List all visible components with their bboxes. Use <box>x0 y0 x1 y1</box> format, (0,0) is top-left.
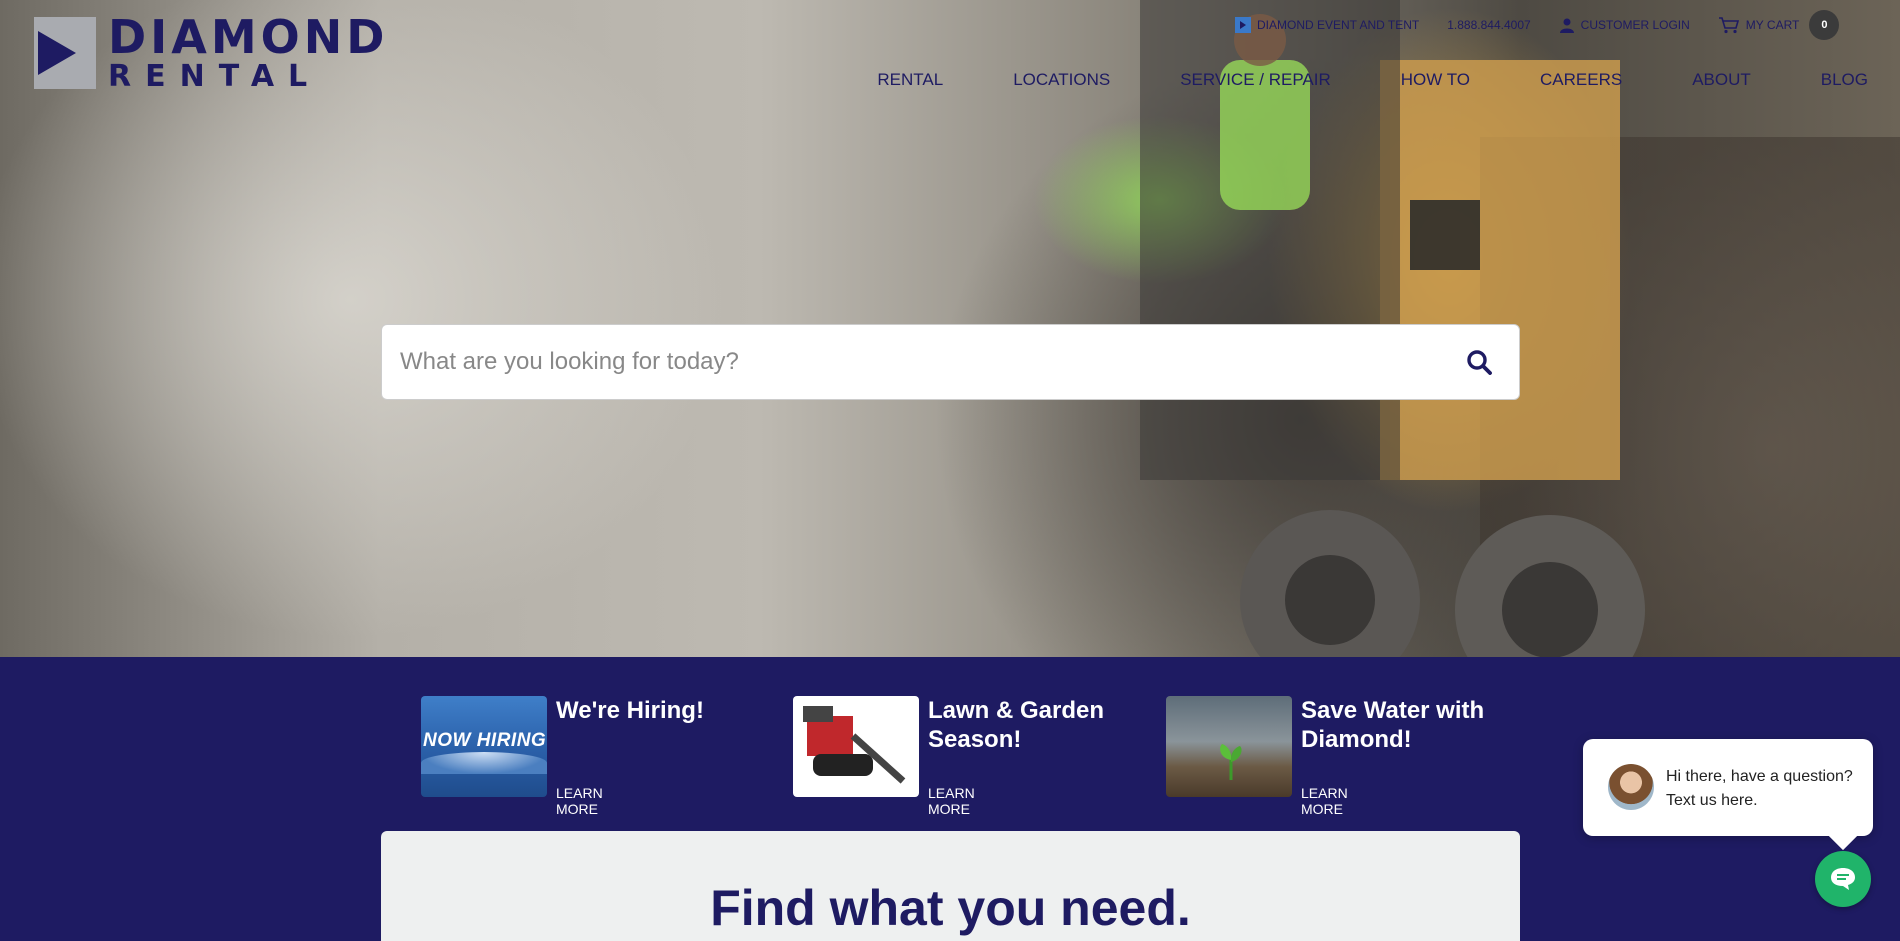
search-input[interactable] <box>398 347 1449 377</box>
nav-rental[interactable]: RENTAL <box>877 70 943 90</box>
promo-water-image <box>1166 696 1292 797</box>
search-bar <box>381 324 1520 400</box>
chat-launcher-button[interactable] <box>1815 851 1871 907</box>
promo-lawn-image <box>793 696 919 797</box>
nav-about[interactable]: ABOUT <box>1692 70 1751 90</box>
chat-prompt[interactable]: Hi there, have a question? Text us here. <box>1583 739 1873 836</box>
promo-hiring-learn-more[interactable]: LEARN MORE <box>556 785 603 817</box>
promo-hiring-image-text: NOW HIRING <box>423 730 547 751</box>
event-tent-label: DIAMOND EVENT AND TENT <box>1257 18 1420 32</box>
user-icon <box>1559 18 1574 33</box>
promo-hiring-image: NOW HIRING <box>421 696 547 797</box>
cart-icon <box>1718 17 1739 34</box>
promo-lawn-learn-more[interactable]: LEARN MORE <box>928 785 975 817</box>
cart-count-badge: 0 <box>1809 10 1840 40</box>
search-button[interactable] <box>1449 332 1509 392</box>
sprout-icon <box>1220 744 1242 780</box>
event-tent-link[interactable]: DIAMOND EVENT AND TENT <box>1235 17 1419 33</box>
customer-login-label: CUSTOMER LOGIN <box>1580 18 1690 32</box>
site-logo[interactable]: DIAMOND RENTAL <box>34 14 388 92</box>
find-heading: Find what you need. <box>710 880 1191 936</box>
promo-hiring-title: We're Hiring! <box>556 697 704 724</box>
chat-prompt-message: Hi there, have a question? Text us here. <box>1666 768 1853 809</box>
phone-number: 1.888.844.4007 <box>1447 18 1531 32</box>
find-section: Find what you need. <box>381 831 1520 941</box>
logo-line2: RENTAL <box>108 59 322 94</box>
logo-line1: DIAMOND <box>108 10 389 64</box>
chat-agent-avatar <box>1608 764 1654 810</box>
my-cart-label: MY CART <box>1745 18 1800 32</box>
nav-service-repair[interactable]: SERVICE / REPAIR <box>1180 70 1331 90</box>
nav-how-to[interactable]: HOW TO <box>1401 70 1470 90</box>
search-icon <box>1467 350 1492 375</box>
customer-login-link[interactable]: CUSTOMER LOGIN <box>1559 17 1690 33</box>
promo-water-learn-more[interactable]: LEARN MORE <box>1301 785 1348 817</box>
nav-locations[interactable]: LOCATIONS <box>1013 70 1110 90</box>
promo-water-title: Save Water with Diamond! <box>1301 697 1485 753</box>
diamond-logo-icon <box>34 17 96 89</box>
phone-link[interactable]: 1.888.844.4007 <box>1447 18 1530 32</box>
utility-bar: DIAMOND EVENT AND TENT 1.888.844.4007 CU… <box>1235 10 1840 40</box>
main-nav: RENTAL LOCATIONS SERVICE / REPAIR HOW TO… <box>807 70 1868 90</box>
event-tent-icon <box>1235 17 1251 33</box>
nav-careers[interactable]: CAREERS <box>1540 70 1622 90</box>
chat-icon <box>1831 868 1855 890</box>
nav-blog[interactable]: BLOG <box>1821 70 1868 90</box>
promo-strip: NOW HIRING We're Hiring! LEARN MORE Lawn… <box>421 696 1501 817</box>
promo-lawn-title: Lawn & Garden Season! <box>928 697 1105 753</box>
my-cart-link[interactable]: MY CART 0 <box>1718 10 1840 40</box>
